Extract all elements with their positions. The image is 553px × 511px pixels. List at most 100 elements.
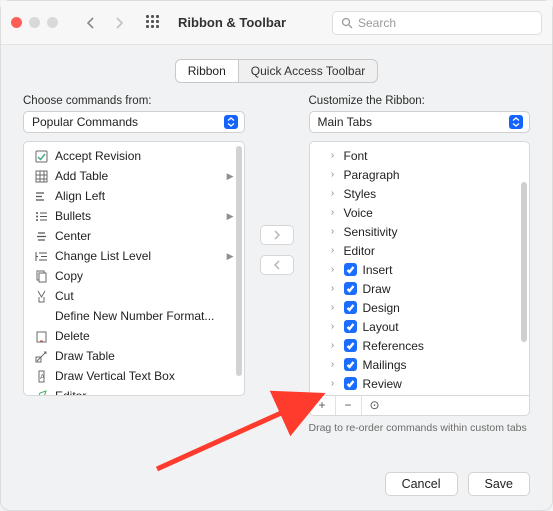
ribbon-item-label: Draw [363,282,391,296]
chevron-right-icon: › [328,264,338,275]
ribbon-item[interactable]: › Sensitivity [324,222,526,241]
command-icon [34,349,48,363]
ribbon-item-label: Styles [344,187,377,201]
command-item[interactable]: Cut [28,286,240,306]
tab-ribbon[interactable]: Ribbon [176,60,239,82]
reorder-hint: Drag to re-order commands within custom … [309,422,531,434]
scrollbar[interactable] [521,182,527,342]
ribbon-item[interactable]: › Font [324,146,526,165]
command-icon [34,269,48,283]
submenu-indicator-icon: ▶ [227,211,234,222]
chevron-right-icon: › [328,188,338,199]
command-item[interactable]: Add Table ▶ [28,166,240,186]
ribbon-item[interactable]: › View [324,393,526,396]
save-button[interactable]: Save [468,472,531,496]
chevron-right-icon: › [328,321,338,332]
ribbon-tree[interactable]: › Font› Paragraph› Styles› Voice› Sensit… [309,141,531,396]
traffic-lights [11,17,58,28]
command-label: Accept Revision [55,149,234,163]
command-icon [34,189,48,203]
add-command-button[interactable] [260,225,294,245]
command-icon [34,329,48,343]
ribbon-item-label: Paragraph [344,168,400,182]
settings-tab-button[interactable]: ⊙ [362,395,388,415]
ribbon-item-label: Font [344,149,368,163]
ribbon-item[interactable]: › Review [324,374,526,393]
ribbon-item[interactable]: › Design [324,298,526,317]
checkbox-checked-icon[interactable] [344,377,357,390]
scrollbar[interactable] [236,146,242,376]
svg-text:A: A [40,374,45,381]
command-item[interactable]: Editor [28,386,240,396]
back-button[interactable] [80,12,102,34]
tab-quick-access-toolbar[interactable]: Quick Access Toolbar [239,60,378,82]
ribbon-item-label: References [363,339,424,353]
add-tab-button[interactable]: + [310,395,336,415]
command-item[interactable]: A Draw Vertical Text Box [28,366,240,386]
ribbon-item[interactable]: › Editor [324,241,526,260]
ribbon-item[interactable]: › References [324,336,526,355]
ribbon-item-label: View [363,396,389,397]
chevron-right-icon: › [328,207,338,218]
command-label: Editor [55,389,234,396]
ribbon-item-label: Editor [344,244,375,258]
ribbon-item[interactable]: › Voice [324,203,526,222]
ribbon-item-label: Layout [363,320,399,334]
remove-command-button[interactable] [260,255,294,275]
chevron-right-icon: › [328,378,338,389]
command-icon [34,389,48,396]
command-item[interactable]: Align Left [28,186,240,206]
checkbox-checked-icon[interactable] [344,320,357,333]
command-item[interactable]: Copy [28,266,240,286]
command-item[interactable]: Change List Level ▶ [28,246,240,266]
command-icon [34,249,48,263]
window-toolbar: Ribbon & Toolbar Search [1,1,552,45]
chevron-right-icon: › [328,226,338,237]
checkbox-checked-icon[interactable] [344,339,357,352]
command-icon [34,169,48,183]
search-input[interactable]: Search [332,11,542,35]
checkbox-checked-icon[interactable] [344,263,357,276]
forward-button[interactable] [108,12,130,34]
command-icon [34,289,48,303]
show-all-icon[interactable] [146,15,162,31]
ribbon-item-label: Design [363,301,400,315]
submenu-indicator-icon: ▶ [227,171,234,182]
commands-list[interactable]: Accept Revision Add Table ▶ Align Left B… [23,141,245,396]
chevron-right-icon: › [328,150,338,161]
close-window-button[interactable] [11,17,22,28]
command-icon: A [34,369,48,383]
minimize-window-button[interactable] [29,17,40,28]
command-item[interactable]: Center [28,226,240,246]
ribbon-item[interactable]: › Layout [324,317,526,336]
ribbon-item[interactable]: › Draw [324,279,526,298]
transfer-buttons [257,225,297,275]
command-label: Define New Number Format... [55,309,234,323]
command-item[interactable]: Draw Table [28,346,240,366]
checkbox-checked-icon[interactable] [344,282,357,295]
cancel-button[interactable]: Cancel [385,472,458,496]
commands-dropdown[interactable]: Popular Commands [23,111,245,133]
ribbon-item[interactable]: › Insert [324,260,526,279]
command-item[interactable]: Accept Revision [28,146,240,166]
ribbon-item[interactable]: › Paragraph [324,165,526,184]
commands-label: Choose commands from: [23,95,245,107]
command-label: Add Table [55,169,220,183]
checkbox-checked-icon[interactable] [344,301,357,314]
chevron-right-icon: › [328,340,338,351]
checkbox-checked-icon[interactable] [344,358,357,371]
remove-tab-button[interactable]: − [336,395,362,415]
zoom-window-button[interactable] [47,17,58,28]
command-item[interactable]: Bullets ▶ [28,206,240,226]
command-item[interactable]: Define New Number Format... [28,306,240,326]
ribbon-item[interactable]: › Styles [324,184,526,203]
ribbon-dropdown[interactable]: Main Tabs [309,111,531,133]
command-label: Copy [55,269,234,283]
command-item[interactable]: Delete [28,326,240,346]
ribbon-item-label: Mailings [363,358,407,372]
command-label: Draw Vertical Text Box [55,369,234,383]
ribbon-label: Customize the Ribbon: [309,95,531,107]
command-label: Bullets [55,209,220,223]
command-label: Cut [55,289,234,303]
ribbon-item[interactable]: › Mailings [324,355,526,374]
